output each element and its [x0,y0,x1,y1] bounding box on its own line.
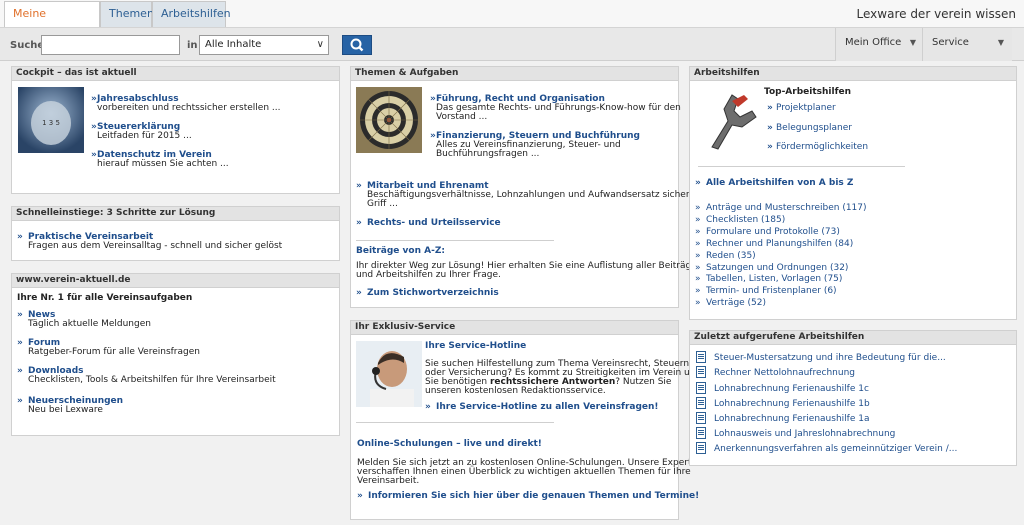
recent-item-link[interactable]: Rechner Nettolohnaufrechnung [714,368,855,378]
cockpit-desc: hierauf müssen Sie achten ... [97,159,229,169]
category-link[interactable]: Formulare und Protokolle (73) [706,227,840,237]
document-icon [696,366,706,378]
arbeitshilfen-title: Arbeitshilfen [690,67,1016,81]
themen-desc: Buchführungsfragen ... [436,149,540,159]
dartboard-image [356,87,422,153]
search-icon [350,38,364,52]
recent-item-link[interactable]: Lohnabrechnung Ferienaushilfe 1c [714,384,869,394]
verein-aktuell-title: www.verein-aktuell.de [12,274,339,288]
themen-link-rechtsservice[interactable]: Rechts- und Urteilsservice [367,218,501,228]
neuerscheinungen-desc: Neu bei Lexware [28,405,103,415]
document-icon [696,427,706,439]
hotline-agent-image [356,341,422,407]
search-button[interactable] [342,35,372,55]
top-item-link[interactable]: Projektplaner [776,103,836,113]
caret-down-icon: ▼ [909,38,916,47]
top-item-link[interactable]: Fördermöglichkeiten [776,142,868,152]
hotline-title-link[interactable]: Ihre Service-Hotline [425,341,526,351]
exklusiv-title: Ihr Exklusiv-Service [351,321,678,335]
recent-item-link[interactable]: Lohnabrechnung Ferienaushilfe 1a [714,414,869,424]
cockpit-desc: Leitfaden für 2015 ... [97,131,192,141]
search-label: Suche [10,40,45,51]
category-link[interactable]: Reden (35) [706,251,756,261]
search-scope-select[interactable]: Alle Inhalte ∨ [199,35,329,55]
search-scope-value: Alle Inhalte [205,39,262,50]
online-schulungen-title[interactable]: Online-Schulungen – live und direkt! [357,439,542,449]
top-arbeitshilfen-title: Top-Arbeitshilfen [764,87,852,97]
gear-shift-image: 1 3 5 [18,87,84,153]
themen-panel: Themen & Aufgaben » Führung, Recht und O… [350,66,704,308]
category-link[interactable]: Checklisten (185) [706,215,785,225]
praktische-vereinsarbeit-desc: Fragen aus dem Vereinsalltag - schnell u… [28,241,283,251]
exklusiv-service-panel: Ihr Exklusiv-Service Ihre Service-Hotlin… [350,320,703,520]
themen-desc: Beschäftigungsverhältnisse, Lohnzahlunge… [367,190,704,200]
cockpit-desc: vorbereiten und rechtssicher erstellen .… [97,103,281,113]
verein-aktuell-panel: www.verein-aktuell.de Ihre Nr. 1 für all… [11,273,340,436]
arbeitshilfen-panel: Arbeitshilfen Top-Arbeitshilfen » Projek… [689,66,1017,320]
category-link[interactable]: Termin- und Fristenplaner (6) [706,286,837,296]
recent-item-link[interactable]: Lohnausweis und Jahreslohnabrechnung [714,429,895,439]
service-label: Service [932,37,969,48]
recent-item-link[interactable]: Anerkennungsverfahren als gemeinnütziger… [714,444,957,454]
top-item-link[interactable]: Belegungsplaner [776,123,852,133]
wrench-tool-image [698,89,760,151]
category-link[interactable]: Rechner und Planungshilfen (84) [706,239,853,249]
divider [356,422,554,423]
schnelleinstiege-panel: Schnelleinstiege: 3 Schritte zur Lösung … [11,206,340,261]
az-title: Beiträge von A-Z: [356,246,445,256]
mein-office-label: Mein Office [845,37,902,48]
document-icon [696,397,706,409]
downloads-desc: Checklisten, Tools & Arbeitshilfen für I… [28,375,276,385]
themen-desc: Vorstand ... [436,112,488,122]
az-desc: und Arbeitshilfen zu Ihrer Frage. [356,270,501,280]
chevron-down-icon: ∨ [316,39,324,50]
category-link[interactable]: Anträge und Musterschreiben (117) [706,203,867,213]
verein-aktuell-subtitle: Ihre Nr. 1 für alle Vereinsaufgaben [17,293,193,303]
cockpit-panel: Cockpit – das ist aktuell 1 3 5 » Jahres… [11,66,340,194]
search-input[interactable] [41,35,180,55]
recent-item-link[interactable]: Lohnabrechnung Ferienaushilfe 1b [714,399,870,409]
divider [356,240,554,241]
schnelleinstiege-title: Schnelleinstiege: 3 Schritte zur Lösung [12,207,339,221]
cockpit-title: Cockpit – das ist aktuell [12,67,339,81]
news-desc: Täglich aktuelle Meldungen [28,319,151,329]
brand-logo-text: Lexware der verein wissen [856,7,1016,21]
zuletzt-panel: Zuletzt aufgerufene Arbeitshilfen Steuer… [689,330,1017,466]
tab-arbeitshilfen[interactable]: Arbeitshilfen [152,1,231,27]
category-link[interactable]: Satzungen und Ordnungen (32) [706,263,848,273]
alle-arbeitshilfen-link[interactable]: Alle Arbeitshilfen von A bis Z [706,178,853,188]
document-icon [696,382,706,394]
themen-desc: Griff ... [367,199,398,209]
document-icon [696,442,706,454]
online-text: Vereinsarbeit. [357,476,420,486]
category-link[interactable]: Verträge (52) [706,298,766,308]
divider [698,166,905,167]
service-menu[interactable]: Service ▼ [922,28,1012,61]
svg-text:1 3 5: 1 3 5 [42,119,60,127]
forum-desc: Ratgeber-Forum für alle Vereinsfragen [28,347,200,357]
mein-office-menu[interactable]: Mein Office ▼ [835,28,924,61]
hotline-text: ? Nutzen Sie [615,377,672,387]
hotline-link[interactable]: Ihre Service-Hotline zu allen Vereinsfra… [436,402,659,412]
zuletzt-title: Zuletzt aufgerufene Arbeitshilfen [690,331,1016,345]
themen-title: Themen & Aufgaben [351,67,678,81]
online-schulungen-link[interactable]: Informieren Sie sich hier über die genau… [368,491,699,501]
document-icon [696,351,706,363]
search-bar: Suche in Alle Inhalte ∨ Mein Office ▼ Se… [0,28,1024,61]
recent-item-link[interactable]: Steuer-Mustersatzung und ihre Bedeutung … [714,353,946,363]
stichwortverzeichnis-link[interactable]: Zum Stichwortverzeichnis [367,288,499,298]
tab-themen[interactable]: Themen [100,1,154,27]
search-in-label: in [187,40,198,51]
hotline-text: unseren kostenlosen Redaktionsservice. [425,386,606,396]
category-link[interactable]: Tabellen, Listen, Vorlagen (75) [706,274,842,284]
caret-down-icon: ▼ [997,38,1004,47]
top-navigation: Meine Startseite Themen Arbeitshilfen Le… [0,0,1024,44]
tab-meine-startseite[interactable]: Meine Startseite [4,1,100,44]
document-icon [696,412,706,424]
